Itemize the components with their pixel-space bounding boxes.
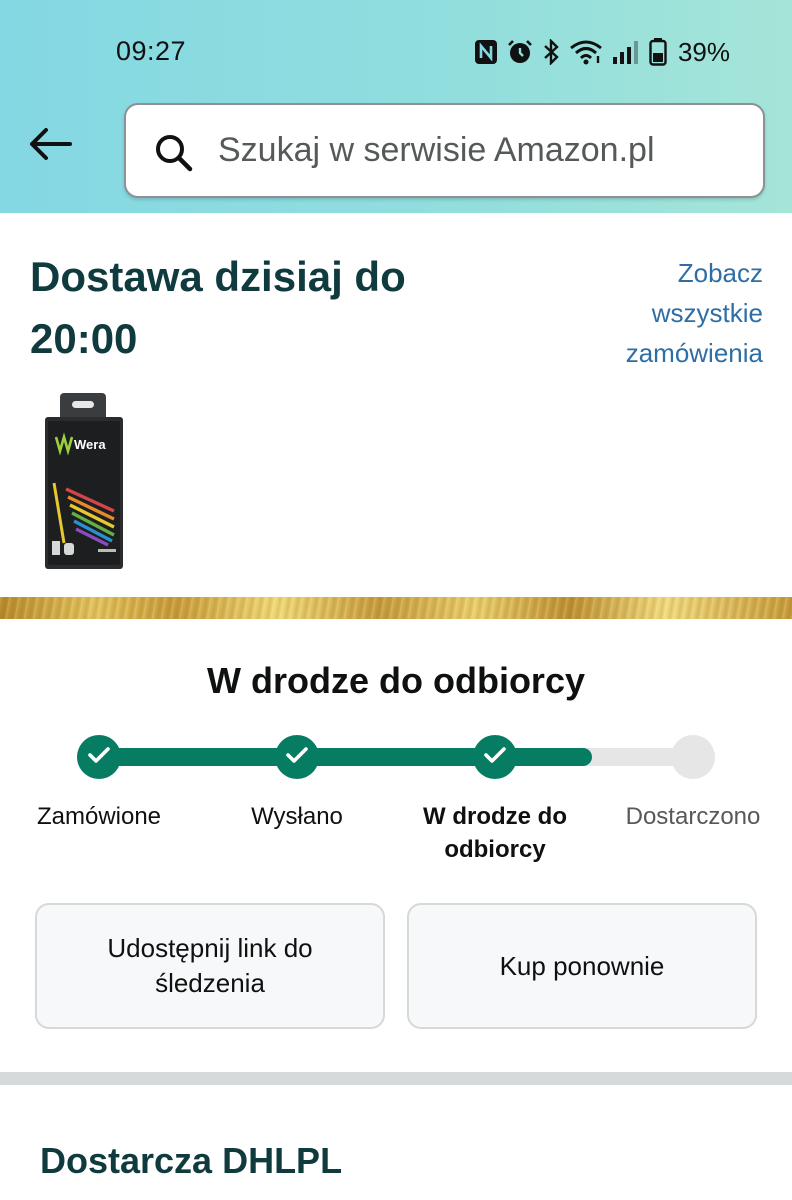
top-header: 09:27 39% Szukaj w serwisie Amazon.pl [0,0,792,213]
bluetooth-icon [542,39,560,65]
search-placeholder: Szukaj w serwisie Amazon.pl [218,131,655,169]
step-dot-in-transit [473,735,517,779]
status-time: 09:27 [116,36,187,66]
search-icon [154,133,194,178]
brand-logo-text: Wera [74,437,106,452]
nfc-icon [474,39,498,65]
product-image[interactable]: Wera [44,393,124,569]
checkmark-icon [285,745,309,770]
section-divider [0,1072,792,1085]
search-input[interactable]: Szukaj w serwisie Amazon.pl [124,103,765,198]
checkmark-icon [483,745,507,770]
step-label-delivered: Dostarczono [625,803,761,830]
status-icons: 39% [474,34,730,70]
status-bar: 09:27 39% [0,0,792,100]
checkmark-icon [87,745,111,770]
step-label-in-transit: W drodze do odbiorcy [423,803,567,863]
delivery-title: Dostawa dzisiaj do 20:00 [30,253,406,362]
progress-fill [98,748,592,766]
share-tracking-link-button[interactable]: Udostępnij link do śledzenia [35,903,385,1029]
step-dot-shipped [275,735,319,779]
step-label-shipped: Wysłano [251,803,343,830]
view-all-orders-link[interactable]: Zobacz wszystkie zamówienia [563,253,763,373]
battery-percent: 39% [677,36,730,67]
signal-icon [612,39,640,65]
back-button[interactable] [22,118,78,174]
battery-icon [649,38,667,66]
alarm-icon [507,39,533,65]
step-dot-ordered [77,735,121,779]
carrier-label: Dostarcza DHLPL [40,1140,343,1181]
shipment-status-title: W drodze do odbiorcy [207,660,585,701]
wifi-icon [569,39,603,65]
step-dot-delivered [671,735,715,779]
step-label-ordered: Zamówione [36,803,162,830]
arrow-left-icon [28,127,72,166]
gold-banner-texture [0,597,792,619]
buy-again-button[interactable]: Kup ponownie [407,903,757,1029]
